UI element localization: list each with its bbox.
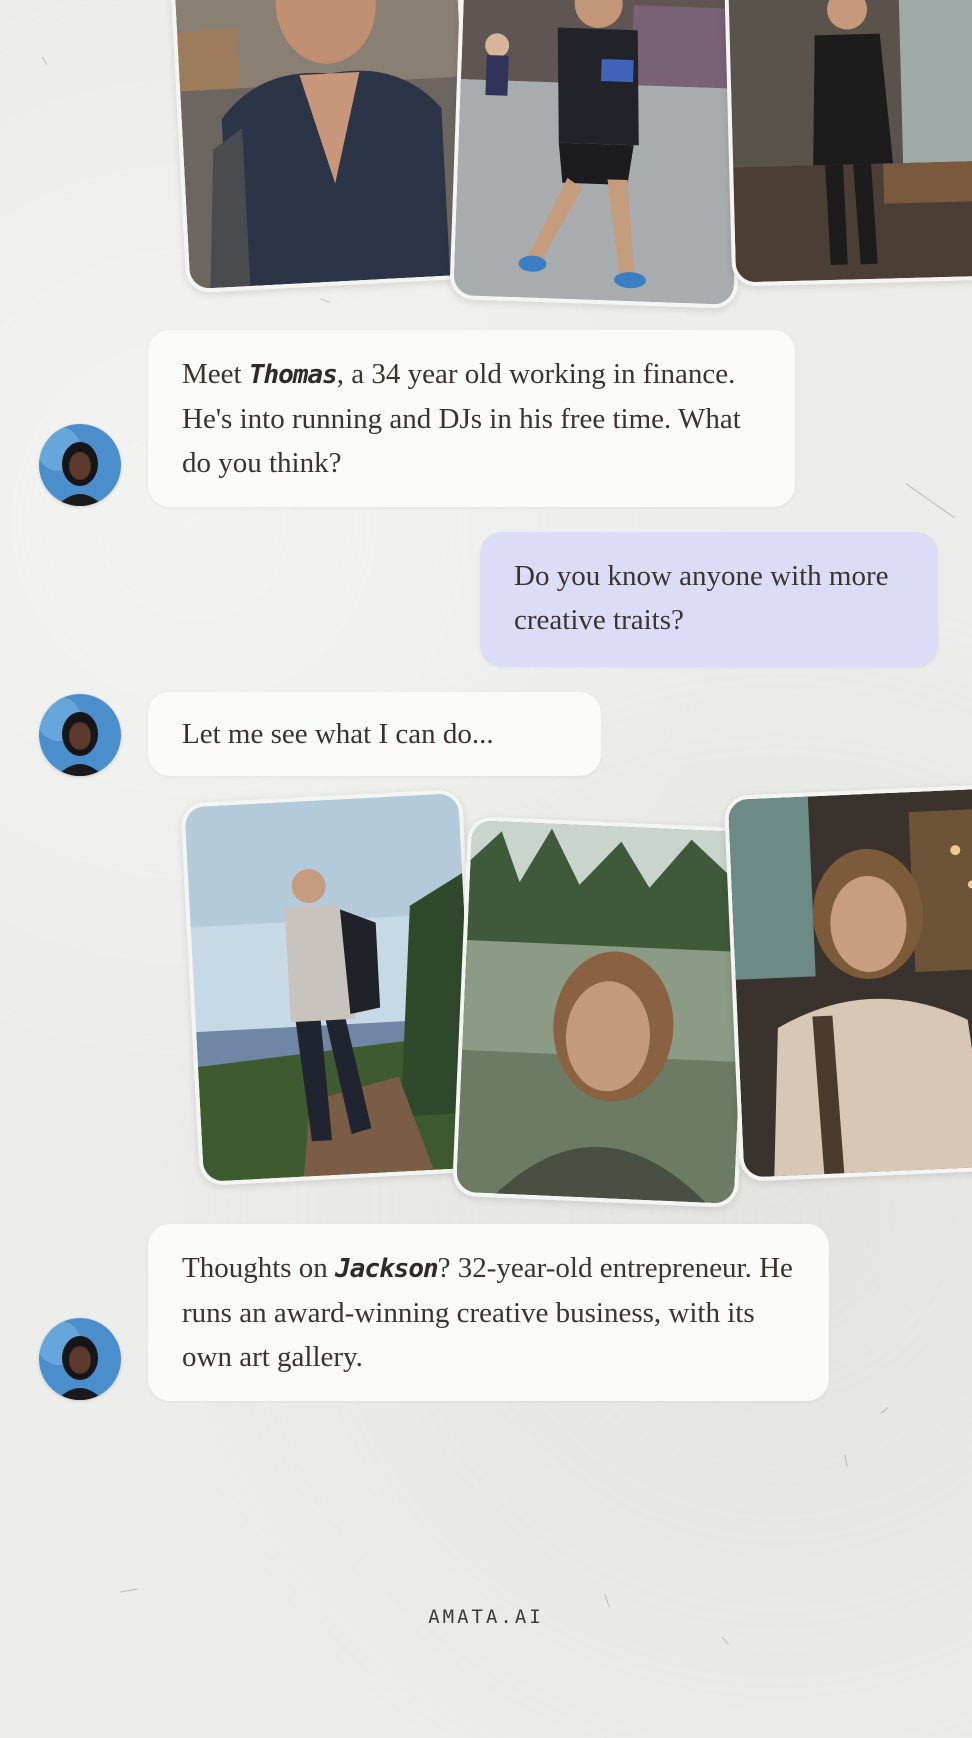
thomas-name: Thomas xyxy=(248,360,338,390)
jackson-name: Jackson xyxy=(335,1254,439,1284)
paper-fiber xyxy=(880,1407,889,1414)
thomas-message-intro: Meet xyxy=(182,358,249,390)
assistant-wait-text: Let me see what I can do... xyxy=(182,718,494,750)
jackson-photo-lake xyxy=(451,815,755,1209)
paper-fiber xyxy=(905,482,955,519)
jackson-message-intro: Thoughts on xyxy=(182,1252,336,1284)
assistant-avatar xyxy=(39,694,121,776)
jackson-photo-hiking xyxy=(180,788,482,1187)
thomas-photo-suit xyxy=(723,0,972,287)
jackson-photo-cafe xyxy=(723,784,972,1182)
thomas-photo-running xyxy=(449,0,749,309)
user-message-text: Do you know anyone with more creative tr… xyxy=(514,560,889,636)
paper-fiber xyxy=(844,1454,848,1467)
paper-fiber xyxy=(320,298,330,303)
paper-fiber xyxy=(721,1636,729,1645)
assistant-message-wait: Let me see what I can do... xyxy=(148,692,601,776)
user-message: Do you know anyone with more creative tr… xyxy=(480,532,938,667)
paper-fiber xyxy=(41,56,48,65)
assistant-message-jackson: Thoughts on Jackson? 32-year-old entrepr… xyxy=(148,1224,829,1401)
thomas-photo-vest xyxy=(169,0,477,294)
assistant-avatar xyxy=(39,1318,121,1400)
assistant-message-thomas: Meet Thomas, a 34 year old working in fi… xyxy=(148,330,795,507)
paper-fiber xyxy=(120,1588,138,1593)
assistant-avatar xyxy=(39,424,121,506)
brand-footer: AMATA.AI xyxy=(428,1606,544,1628)
